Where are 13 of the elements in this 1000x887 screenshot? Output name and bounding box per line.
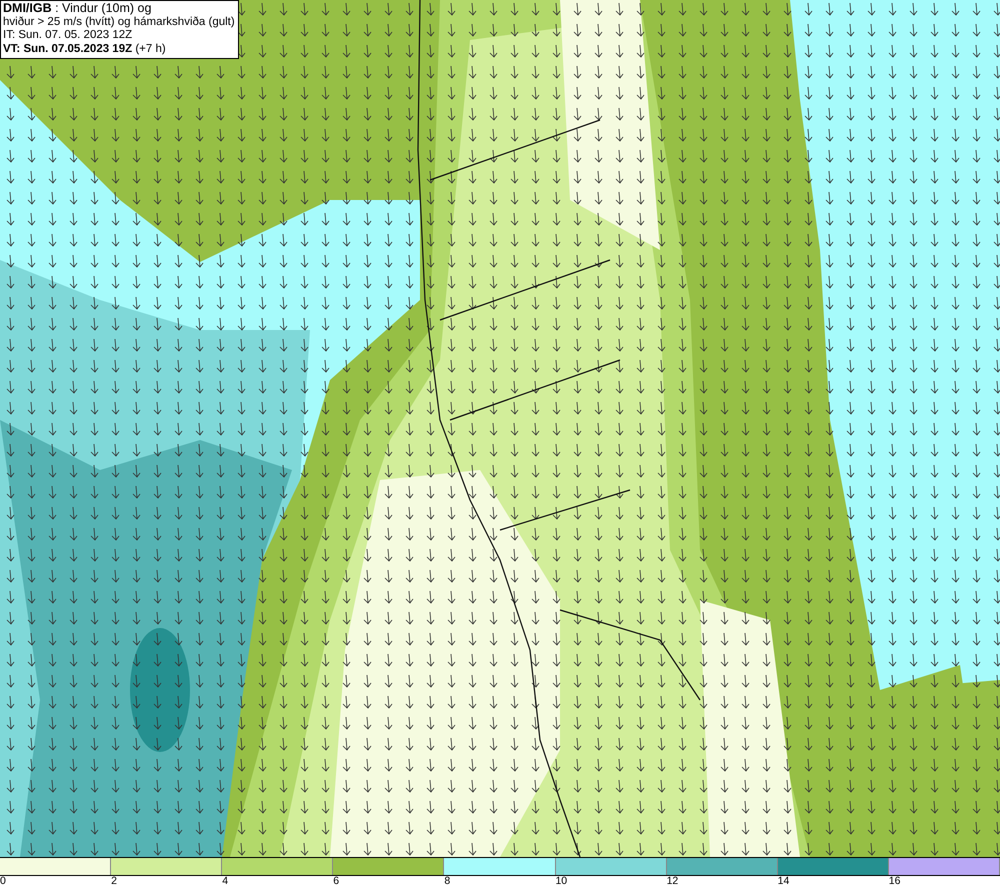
legend-tick-label: 8 [444, 875, 450, 887]
legend-tick-label: 10 [555, 875, 568, 887]
info-line: IT: Sun. 07. 05. 2023 12Z [3, 29, 134, 42]
legend-tick-label: 6 [333, 875, 340, 887]
legend-tick-label: 4 [222, 875, 228, 887]
legend-tick-label: 0 [0, 875, 6, 887]
legend-tick-label: 14 [778, 875, 790, 887]
legend-tick-label: 2 [111, 875, 117, 887]
info-line: VT: Sun. 07.05.2023 19Z (+7 h) [3, 42, 167, 56]
legend-tick-label: 16 [888, 875, 900, 887]
info-line: DMI/IGB : Vindur (10m) og [3, 2, 152, 15]
info-line: hviður > 25 m/s (hvítt) og hámarkshviða (gult) [3, 16, 235, 29]
legend-tick-label: 12 [666, 875, 678, 887]
